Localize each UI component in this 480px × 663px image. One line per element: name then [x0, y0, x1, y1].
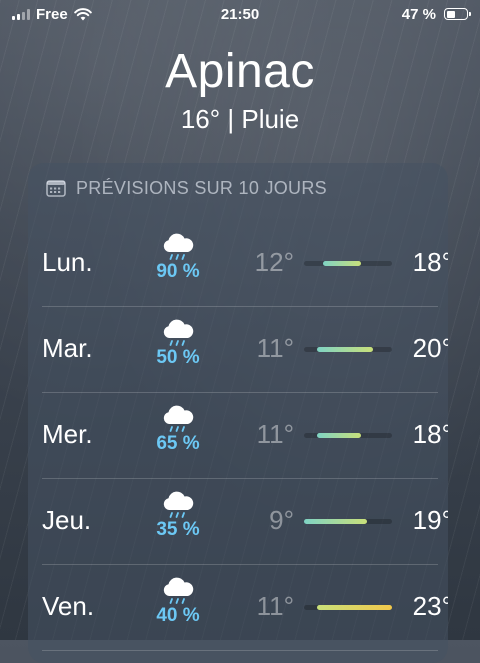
rain-cloud-icon: [163, 491, 194, 518]
weather-cell: 35 %: [150, 491, 206, 541]
low-temp: 11°: [256, 591, 294, 621]
day-label: Mar.: [42, 333, 93, 363]
current-summary: 16° | Pluie: [180, 104, 300, 134]
precipitation-chance: 65 %: [156, 433, 200, 454]
rain-cloud-icon: [163, 577, 194, 604]
battery-percent: 47 %: [401, 5, 436, 23]
forecast-header: PRÉVISIONS SUR 10 JOURS: [28, 163, 448, 213]
temp-range-bar: [316, 347, 374, 352]
weather-cell: 65 %: [150, 405, 206, 455]
rain-cloud-icon: [163, 319, 194, 346]
rain-cloud-icon: [163, 405, 194, 432]
forecast-header-label: PRÉVISIONS SUR 10 JOURS: [76, 177, 327, 198]
forecast-row[interactable]: Mar. 50 % 11° 20°: [42, 307, 448, 393]
rain-cloud-icon: [163, 233, 194, 260]
battery-icon: [444, 8, 471, 20]
low-temp: 12°: [254, 247, 294, 277]
temp-range-bar: [316, 605, 392, 610]
forecast-row[interactable]: Lun. 90 % 12° 18°: [42, 221, 448, 307]
temp-range-track: [304, 261, 392, 266]
temp-range-bar: [322, 261, 361, 266]
high-temp: 20°: [412, 333, 448, 363]
high-temp: 19°: [412, 505, 448, 535]
temp-range-track: [304, 519, 392, 524]
precipitation-chance: 90 %: [156, 261, 200, 282]
weather-cell: 40 %: [150, 577, 206, 627]
temp-range-track: [304, 605, 392, 610]
low-temp: 11°: [256, 419, 294, 449]
low-temp: 11°: [256, 333, 294, 363]
precipitation-chance: 50 %: [156, 347, 200, 368]
low-temp: 9°: [269, 505, 294, 535]
temp-range-bar: [304, 519, 367, 524]
high-temp: 18°: [412, 247, 448, 277]
status-bar: Free 21:50 47 %: [0, 0, 480, 28]
high-temp: 18°: [412, 419, 448, 449]
ten-day-forecast-card[interactable]: PRÉVISIONS SUR 10 JOURS Lun. 90 % 12° 18…: [28, 163, 448, 663]
weather-cell: 50 %: [150, 319, 206, 369]
day-label: Mer.: [42, 419, 93, 449]
forecast-row[interactable]: Mer. 65 % 11° 18°: [42, 393, 448, 479]
day-label: Ven.: [42, 591, 95, 621]
temp-range-track: [304, 433, 392, 438]
city-name: Apinac: [165, 45, 315, 98]
day-label: Jeu.: [42, 505, 92, 535]
weather-cell: 90 %: [150, 233, 206, 283]
high-temp: 23°: [412, 591, 448, 621]
precipitation-chance: 35 %: [156, 519, 200, 540]
forecast-row[interactable]: Jeu. 35 % 9° 19°: [42, 479, 448, 565]
temp-range-bar: [316, 433, 361, 438]
calendar-icon: [46, 180, 66, 197]
forecast-rows: Lun. 90 % 12° 18° Mar. 50 % 11° 20° Mer.…: [28, 221, 448, 651]
day-label: Lun.: [42, 247, 93, 277]
temp-range-track: [304, 347, 392, 352]
precipitation-chance: 40 %: [156, 605, 200, 626]
forecast-row[interactable]: Ven. 40 % 11° 23°: [42, 565, 448, 651]
